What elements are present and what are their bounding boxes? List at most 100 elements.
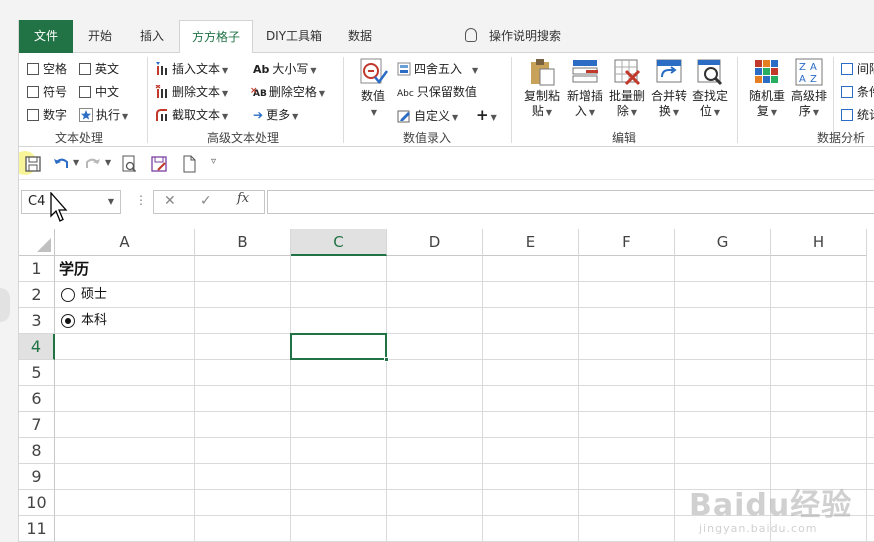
chevron-down-icon: ▼	[713, 108, 721, 117]
row-header-10[interactable]: 10	[19, 490, 55, 516]
round-button[interactable]: 四舍五入 ▼	[397, 61, 478, 79]
plus-icon[interactable]: +	[476, 106, 489, 124]
find-locate-button[interactable]: 查找定位 ▼	[689, 57, 731, 120]
formula-input[interactable]	[267, 190, 874, 214]
radio-option-1[interactable]	[61, 288, 75, 302]
new-document-icon[interactable]	[179, 154, 199, 174]
tell-me-search[interactable]: 操作说明搜索	[465, 20, 561, 53]
row-header-4[interactable]: 4	[19, 334, 55, 360]
insert-text-button[interactable]: 插入文本 ▼	[155, 61, 228, 79]
delete-spaces-button[interactable]: × AB 删除空格 ▼	[250, 84, 325, 102]
selected-cell[interactable]	[290, 333, 389, 362]
column-header-g[interactable]: G	[675, 229, 771, 256]
checkbox-spaces[interactable]: 空格	[27, 61, 67, 77]
save-as-icon[interactable]	[149, 154, 169, 174]
insert-new-button[interactable]: 新增插入 ▼	[563, 57, 607, 120]
chevron-down-icon: ▼	[370, 108, 378, 117]
watermark-sub: jingyan.baidu.com	[699, 522, 818, 535]
column-header-h[interactable]: H	[771, 229, 867, 256]
tab-insert[interactable]: 插入	[129, 20, 175, 53]
tab-data[interactable]: 数据	[337, 20, 383, 53]
more-options-icon[interactable]: ⋮	[135, 193, 147, 207]
batch-delete-label-1: 批量删	[608, 89, 645, 103]
interval-icon	[841, 63, 853, 75]
edit-icon	[397, 110, 410, 123]
more-button[interactable]: ➔ 更多 ▼	[253, 107, 298, 125]
undo-dropdown-icon[interactable]: ▼	[73, 158, 79, 167]
condition-button[interactable]: 条件	[841, 84, 874, 100]
select-all-corner[interactable]	[19, 229, 55, 256]
checkbox-box	[79, 86, 91, 98]
insert-rows-icon	[572, 60, 598, 83]
merge-convert-button[interactable]: 合并转换 ▼	[647, 57, 691, 120]
delete-text-button[interactable]: 删除文本 ▼	[155, 84, 228, 102]
column-header-e[interactable]: E	[483, 229, 579, 256]
mouse-cursor-icon	[50, 192, 68, 222]
checkbox-symbols[interactable]: 符号	[27, 84, 67, 100]
checkbox-digits[interactable]: 数字	[27, 107, 67, 123]
checkbox-box	[27, 86, 39, 98]
svg-text:A: A	[799, 74, 806, 85]
batch-delete-button[interactable]: 批量删除 ▼	[605, 57, 649, 120]
row-header-6[interactable]: 6	[19, 386, 55, 412]
checkbox-spaces-label: 空格	[43, 62, 68, 76]
case-button[interactable]: Ab 大小写 ▼	[253, 61, 317, 79]
radio-option-label: 本科	[81, 313, 108, 328]
random-repeat-button[interactable]: 随机重复 ▼	[745, 57, 789, 120]
random-repeat-label-2: 复	[756, 104, 769, 118]
row-header-7[interactable]: 7	[19, 412, 55, 438]
radio-option-2[interactable]	[61, 314, 75, 328]
tab-home[interactable]: 开始	[77, 20, 123, 53]
window-left-gutter	[0, 0, 18, 542]
group-divider	[147, 57, 148, 143]
cancel-icon[interactable]: ✕	[164, 193, 176, 209]
extract-text-button[interactable]: 截取文本 ▼	[155, 107, 228, 125]
tab-file[interactable]: 文件	[19, 20, 73, 53]
redo-icon[interactable]	[83, 154, 103, 174]
tab-diy-toolbox[interactable]: DIY工具箱	[259, 20, 329, 53]
value-button[interactable]: 数值 ▼	[353, 57, 393, 120]
tab-fangfanggezi[interactable]: 方方格子	[179, 20, 253, 54]
fill-handle[interactable]	[384, 357, 389, 362]
advanced-sort-button[interactable]: ZAAZ 高级排序 ▼	[787, 57, 831, 120]
execute-button[interactable]: 执行 ▼	[79, 107, 128, 125]
custom-button[interactable]: 自定义 ▼ + ▼	[397, 107, 497, 126]
chevron-down-icon: ▼	[630, 108, 638, 117]
row-header-9[interactable]: 9	[19, 464, 55, 490]
confirm-icon[interactable]: ✓	[200, 193, 212, 209]
row-header-1[interactable]: 1	[19, 256, 55, 282]
grid-line	[55, 307, 874, 308]
column-header-f[interactable]: F	[579, 229, 675, 256]
redo-dropdown-icon[interactable]: ▼	[105, 158, 111, 167]
statistics-icon	[841, 109, 853, 121]
row-header-11[interactable]: 11	[19, 516, 55, 542]
checkbox-chinese[interactable]: 中文	[79, 84, 119, 100]
row-header-2[interactable]: 2	[19, 282, 55, 308]
name-box[interactable]: C4 ▼	[21, 190, 121, 214]
ribbon: 空格 英文 符号 中文 数字 执行 ▼ 文本处理 插入文本 ▼ 删除文本 ▼ 截取文本…	[19, 53, 874, 147]
column-header-b[interactable]: B	[195, 229, 291, 256]
interval-button[interactable]: 间隔	[841, 61, 874, 77]
group-divider	[737, 57, 738, 143]
customize-qat-icon[interactable]: ▿	[211, 156, 216, 167]
print-preview-icon[interactable]	[119, 154, 139, 174]
merge-convert-label-1: 合并转	[650, 89, 687, 103]
group-label-edit: 编辑	[612, 131, 637, 145]
row-header-5[interactable]: 5	[19, 360, 55, 386]
column-header-d[interactable]: D	[387, 229, 483, 256]
checkbox-english[interactable]: 英文	[79, 61, 119, 77]
undo-icon[interactable]	[51, 154, 71, 174]
group-label-analysis: 数据分析	[817, 131, 866, 145]
chevron-down-icon: ▼	[452, 113, 459, 122]
arrow-right-icon: ➔	[253, 108, 264, 122]
insert-function-button[interactable]: fx	[237, 191, 249, 206]
column-header-a[interactable]: A	[55, 229, 195, 256]
row-header-3[interactable]: 3	[19, 308, 55, 334]
save-icon[interactable]	[23, 154, 43, 174]
statistics-button[interactable]: 统计	[841, 107, 874, 123]
keep-values-button[interactable]: Abc 只保留数值	[397, 84, 477, 102]
row-header-8[interactable]: 8	[19, 438, 55, 464]
copy-paste-button[interactable]: 复制粘贴 ▼	[519, 57, 565, 120]
column-header-c[interactable]: C	[291, 229, 387, 256]
keep-values-icon: Abc	[397, 89, 414, 99]
